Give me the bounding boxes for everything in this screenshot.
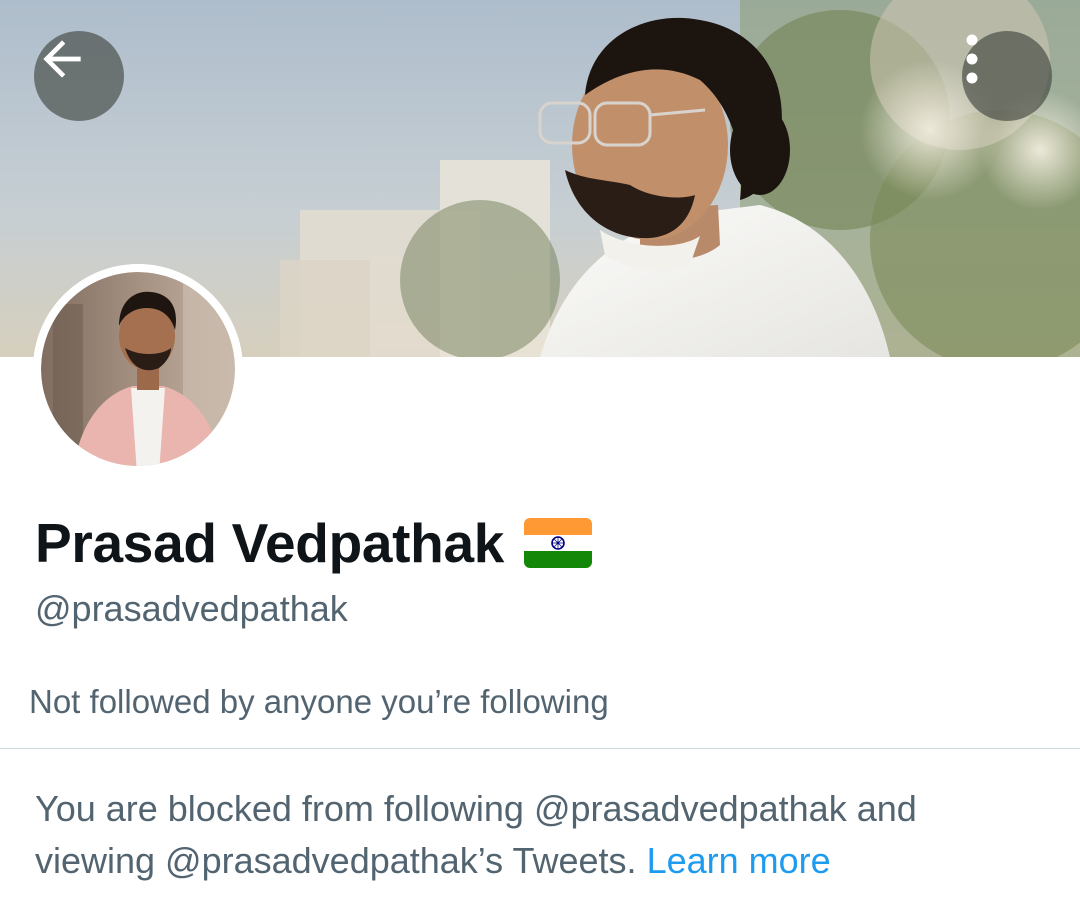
followers-you-know[interactable]: Not followed by anyone you’re following <box>29 683 609 721</box>
blocked-message-line-1: You are blocked from following @prasadve… <box>35 788 917 829</box>
blocked-message-line-2: viewing @prasadvedpathak’s Tweets. <box>35 840 637 881</box>
more-options-button[interactable] <box>962 31 1052 121</box>
user-handle: @prasadvedpathak <box>35 588 348 629</box>
profile-page: Prasad Vedpathak @prasadvedpathak Not fo… <box>0 0 1080 900</box>
display-name: Prasad Vedpathak <box>35 512 505 574</box>
blocked-notice: You are blocked from following @prasadve… <box>35 783 1035 887</box>
profile-avatar[interactable] <box>33 264 243 474</box>
india-flag-icon <box>524 518 593 568</box>
back-button[interactable] <box>34 31 124 121</box>
divider <box>0 748 1080 749</box>
profile-photo <box>33 264 243 474</box>
learn-more-link[interactable]: Learn more <box>647 840 831 881</box>
name-row: Prasad Vedpathak <box>35 508 593 578</box>
